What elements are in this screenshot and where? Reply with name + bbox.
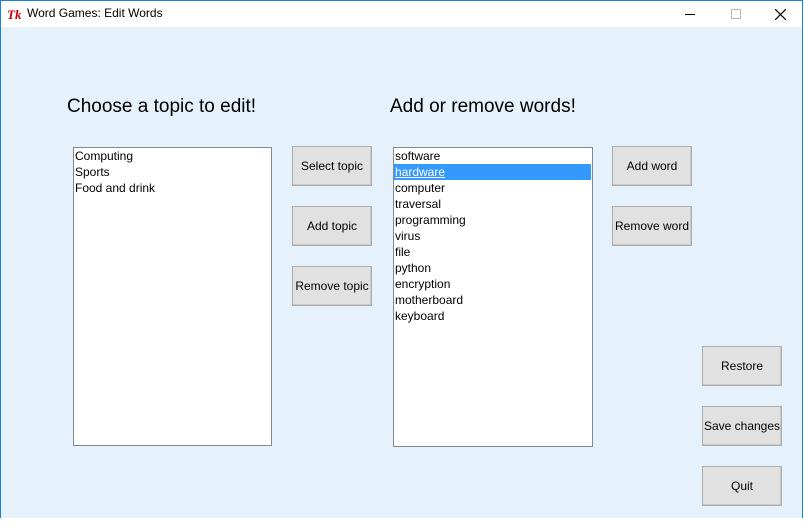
list-item[interactable]: python bbox=[394, 260, 592, 276]
tk-feather-icon: Tk bbox=[7, 7, 22, 21]
list-item[interactable]: file bbox=[394, 244, 592, 260]
close-icon bbox=[774, 8, 786, 20]
list-item[interactable]: Sports bbox=[74, 164, 271, 180]
list-item[interactable]: Food and drink bbox=[74, 180, 271, 196]
select-topic-button[interactable]: Select topic bbox=[292, 146, 372, 186]
quit-button[interactable]: Quit bbox=[702, 466, 782, 506]
list-item-selected[interactable]: hardware bbox=[394, 164, 591, 180]
list-item[interactable]: virus bbox=[394, 228, 592, 244]
maximize-button[interactable] bbox=[713, 1, 759, 27]
title-bar[interactable]: Tk Word Games: Edit Words bbox=[1, 1, 802, 27]
list-item[interactable]: Computing bbox=[74, 148, 271, 164]
list-item[interactable]: traversal bbox=[394, 196, 592, 212]
background-window-strip bbox=[0, 518, 804, 528]
add-word-button[interactable]: Add word bbox=[612, 146, 692, 186]
words-listbox[interactable]: software hardware computer traversal pro… bbox=[393, 147, 593, 447]
list-item[interactable]: software bbox=[394, 148, 592, 164]
list-item[interactable]: programming bbox=[394, 212, 592, 228]
minimize-icon bbox=[685, 14, 695, 15]
add-topic-button[interactable]: Add topic bbox=[292, 206, 372, 246]
save-changes-button[interactable]: Save changes bbox=[702, 406, 782, 446]
list-item[interactable]: keyboard bbox=[394, 308, 592, 324]
svg-text:Tk: Tk bbox=[7, 7, 22, 21]
minimize-button[interactable] bbox=[667, 1, 713, 27]
window-title: Word Games: Edit Words bbox=[27, 6, 163, 20]
topics-listbox[interactable]: Computing Sports Food and drink bbox=[73, 147, 272, 446]
list-item[interactable]: motherboard bbox=[394, 292, 592, 308]
topics-heading: Choose a topic to edit! bbox=[67, 96, 257, 117]
words-heading: Add or remove words! bbox=[390, 96, 576, 117]
restore-button[interactable]: Restore bbox=[702, 346, 782, 386]
remove-word-button[interactable]: Remove word bbox=[612, 206, 692, 246]
remove-topic-button[interactable]: Remove topic bbox=[292, 266, 372, 306]
list-item[interactable]: encryption bbox=[394, 276, 592, 292]
list-item[interactable]: computer bbox=[394, 180, 592, 196]
close-button[interactable] bbox=[757, 1, 803, 27]
app-window: Tk Word Games: Edit Words Choose a topic… bbox=[0, 0, 803, 527]
maximize-icon bbox=[731, 9, 741, 19]
